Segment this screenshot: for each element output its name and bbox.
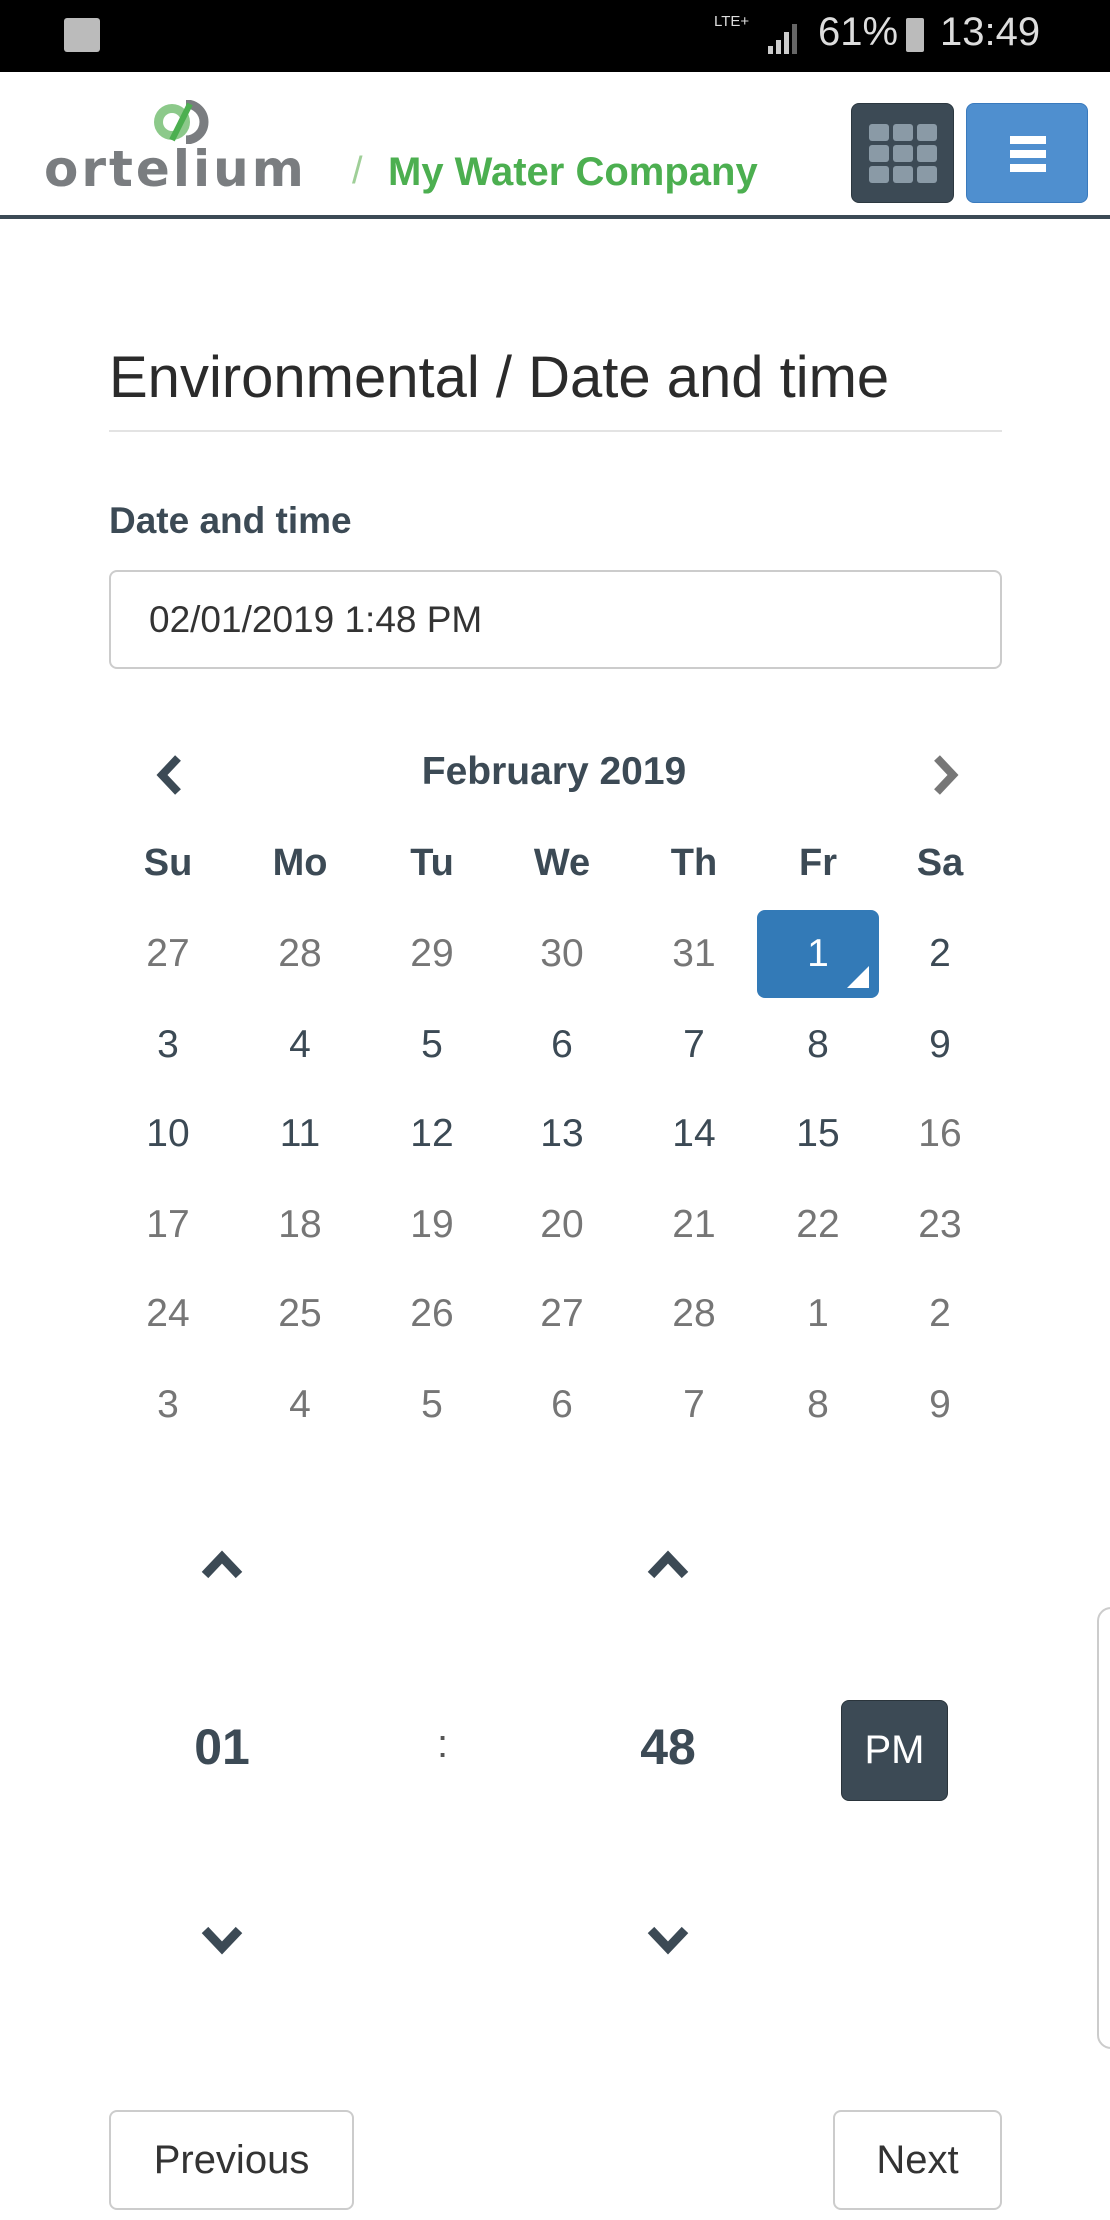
calendar-day[interactable]: 19 [371,1181,493,1269]
weekday-header: Su [143,842,193,884]
am-pm-toggle[interactable]: PM [841,1700,948,1801]
date-time-input[interactable] [109,570,1002,669]
calendar-day-selected[interactable]: 1 [757,910,879,998]
calendar-day[interactable]: 13 [501,1090,623,1178]
apps-button[interactable] [851,103,954,203]
calendar-day[interactable]: 1 [757,1270,879,1358]
calendar-day[interactable]: 27 [501,1270,623,1358]
calendar-day[interactable]: 16 [879,1090,1001,1178]
calendar-day[interactable]: 18 [239,1181,361,1269]
calendar-day[interactable]: 4 [239,1001,361,1089]
calendar-day[interactable]: 2 [879,910,1001,998]
calendar-day[interactable]: 20 [501,1181,623,1269]
calendar-day[interactable]: 7 [633,1001,755,1089]
calendar-day[interactable]: 14 [633,1090,755,1178]
weekday-header: Th [670,842,718,884]
calendar-day[interactable]: 21 [633,1181,755,1269]
breadcrumb-separator: / [352,150,363,192]
calendar-day[interactable]: 4 [239,1361,361,1449]
weekday-header: We [533,842,591,884]
calendar-day[interactable]: 24 [107,1270,229,1358]
calendar-day[interactable]: 12 [371,1090,493,1178]
calendar-day[interactable]: 3 [107,1001,229,1089]
divider [109,430,1002,432]
wifi-icon [64,18,100,52]
calendar-day[interactable]: 6 [501,1001,623,1089]
previous-button[interactable]: Previous [109,2110,354,2210]
hour-value[interactable]: 01 [162,1718,282,1776]
minute-value[interactable]: 48 [608,1718,728,1776]
page-title: Environmental / Date and time [109,345,890,410]
weekday-header: Mo [272,842,328,884]
company-name[interactable]: My Water Company [388,150,758,195]
hour-up-chevron-icon[interactable] [197,1543,247,1583]
side-panel-handle[interactable] [1097,1607,1110,2049]
calendar-day[interactable]: 31 [633,910,755,998]
weekday-header: Fr [799,842,837,884]
calendar-month-title[interactable]: February 2019 [354,750,754,794]
calendar-day[interactable]: 30 [501,910,623,998]
network-type: LTE+ [714,13,750,30]
calendar-day[interactable]: 5 [371,1001,493,1089]
signal-icon [768,24,797,54]
grid-icon [869,124,937,183]
menu-button[interactable] [966,103,1088,203]
ortelium-logo-icon[interactable] [150,100,222,144]
previous-month-chevron-icon[interactable] [150,750,190,800]
time-separator: : [437,1722,449,1766]
weekday-header: Sa [916,842,964,884]
calendar-day[interactable]: 23 [879,1181,1001,1269]
calendar-day[interactable]: 10 [107,1090,229,1178]
calendar-day[interactable]: 9 [879,1001,1001,1089]
calendar-day[interactable]: 26 [371,1270,493,1358]
weekday-header: Tu [410,842,454,884]
calendar-day[interactable]: 8 [757,1001,879,1089]
next-button[interactable]: Next [833,2110,1002,2210]
minute-up-chevron-icon[interactable] [643,1543,693,1583]
calendar-day[interactable]: 15 [757,1090,879,1178]
battery-charging-icon [906,18,924,52]
calendar-day[interactable]: 7 [633,1361,755,1449]
date-time-label: Date and time [109,500,352,541]
calendar-day[interactable]: 3 [107,1361,229,1449]
calendar-day[interactable]: 6 [501,1361,623,1449]
calendar-day[interactable]: 2 [879,1270,1001,1358]
calendar-day[interactable]: 9 [879,1361,1001,1449]
calendar-day[interactable]: 27 [107,910,229,998]
calendar-day[interactable]: 11 [239,1090,361,1178]
hour-down-chevron-icon[interactable] [197,1920,247,1960]
minute-down-chevron-icon[interactable] [643,1920,693,1960]
calendar-day[interactable]: 8 [757,1361,879,1449]
ortelium-logo[interactable]: ortelium [44,140,307,198]
calendar-day[interactable]: 22 [757,1181,879,1269]
next-month-chevron-icon[interactable] [925,750,965,800]
battery-percent: 61% [818,10,899,54]
calendar-day[interactable]: 17 [107,1181,229,1269]
calendar-day[interactable]: 28 [239,910,361,998]
clock: 13:49 [940,10,1041,54]
status-bar: LTE+ 61% 13:49 [0,0,1110,72]
calendar-day[interactable]: 25 [239,1270,361,1358]
calendar-day[interactable]: 29 [371,910,493,998]
calendar-day[interactable]: 5 [371,1361,493,1449]
calendar-day[interactable]: 28 [633,1270,755,1358]
